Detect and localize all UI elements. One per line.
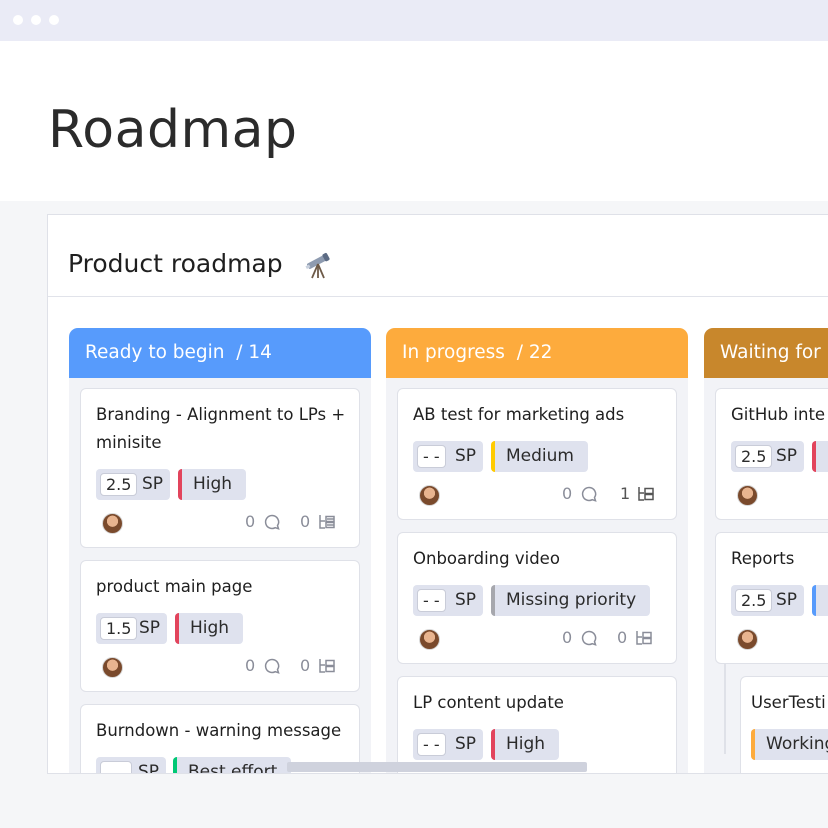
story-points-unit: SP <box>454 734 476 754</box>
board-title: Product roadmap <box>68 249 283 278</box>
subitems-icon[interactable] <box>318 513 336 531</box>
story-points-unit: SP <box>141 474 163 494</box>
card-title: LP content update <box>413 693 564 712</box>
story-points[interactable]: 1.5 SP <box>96 613 167 644</box>
page-title: Roadmap <box>48 100 298 160</box>
story-points[interactable]: 2.5 SP <box>731 441 804 472</box>
window-titlebar <box>0 0 828 41</box>
story-points-value <box>100 761 132 773</box>
status-label[interactable]: Working <box>751 729 828 760</box>
story-points-value: 1.5 <box>100 617 138 640</box>
card-title: Reports <box>731 549 795 568</box>
avatar[interactable] <box>737 629 758 650</box>
priority-label[interactable]: Missing priority <box>491 585 651 616</box>
item-card[interactable]: Branding - Alignment to LPs + minisite 2… <box>80 388 360 548</box>
priority-label[interactable]: High <box>175 613 244 644</box>
subitems-icon[interactable] <box>637 485 655 503</box>
item-card[interactable]: product main page 1.5 SP High 0 0 <box>80 560 360 692</box>
column-title: In progress <box>402 342 505 363</box>
subitem-count: 0 <box>300 512 311 531</box>
column-header[interactable]: Ready to begin / 14 <box>69 328 371 378</box>
column-count: / 22 <box>516 342 553 363</box>
avatar[interactable] <box>102 513 123 534</box>
board-panel: Product roadmap Ready to begin / 14 Bran… <box>47 214 828 774</box>
comment-count: 0 <box>245 656 256 675</box>
item-card[interactable]: AB test for marketing ads - - SP Medium … <box>397 388 677 520</box>
subitem-connector <box>724 664 726 754</box>
priority-label[interactable]: High <box>178 469 247 500</box>
column-title: Ready to begin <box>85 342 225 363</box>
story-points-value: 2.5 <box>735 445 773 468</box>
story-points-value: 2.5 <box>100 473 138 496</box>
story-points-unit: SP <box>137 762 159 774</box>
card-title: GitHub inte <box>731 405 826 424</box>
comment-icon[interactable] <box>263 657 281 675</box>
comment-icon[interactable] <box>580 485 598 503</box>
comment-count: 0 <box>245 512 256 531</box>
card-title: Onboarding video <box>413 549 560 568</box>
window-dot-icon <box>13 15 23 25</box>
subitem-count: 1 <box>620 484 631 503</box>
subitem-card[interactable]: UserTesti Working <box>740 676 828 773</box>
subitem-count: 0 <box>300 656 311 675</box>
story-points-value: - - <box>417 445 446 468</box>
column-count: / 14 <box>236 342 272 363</box>
page-footer <box>0 775 828 828</box>
story-points[interactable]: SP <box>96 757 166 774</box>
item-card[interactable]: Onboarding video - - SP Missing priority… <box>397 532 677 664</box>
column-title: Waiting for <box>720 342 821 363</box>
column-header[interactable]: In progress / 22 <box>386 328 688 378</box>
story-points[interactable]: 2.5 SP <box>731 585 804 616</box>
board-header: Product roadmap <box>48 215 828 297</box>
priority-label[interactable]: Best effort <box>173 757 292 773</box>
card-title: product main page <box>96 577 253 596</box>
comment-count: 0 <box>562 484 573 503</box>
avatar[interactable] <box>419 629 440 650</box>
column-waiting-for: Waiting for GitHub inte 2.5 SP Reports 2… <box>704 328 828 773</box>
column-in-progress: In progress / 22 AB test for marketing a… <box>386 328 688 773</box>
priority-label[interactable]: High <box>491 729 560 760</box>
column-header[interactable]: Waiting for <box>704 328 828 378</box>
story-points-unit: SP <box>454 590 476 610</box>
window-dot-icon <box>49 15 59 25</box>
card-title: UserTesti <box>751 693 826 712</box>
story-points[interactable]: - - SP <box>413 729 483 760</box>
avatar[interactable] <box>102 657 123 678</box>
telescope-icon <box>305 252 330 279</box>
avatar[interactable] <box>419 485 440 506</box>
subitems-icon[interactable] <box>318 657 336 675</box>
story-points-unit: SP <box>775 446 797 466</box>
story-points-unit: SP <box>138 618 160 638</box>
item-card[interactable]: GitHub inte 2.5 SP <box>715 388 828 520</box>
story-points[interactable]: 2.5 SP <box>96 469 170 500</box>
comment-icon[interactable] <box>263 513 281 531</box>
story-points[interactable]: - - SP <box>413 585 483 616</box>
window-dot-icon <box>31 15 41 25</box>
story-points-value: - - <box>417 589 446 612</box>
subitem-count: 0 <box>617 628 628 647</box>
story-points-value: - - <box>417 733 446 756</box>
item-card[interactable]: Reports 2.5 SP <box>715 532 828 664</box>
card-title: Burndown - warning message <box>96 721 342 740</box>
story-points-unit: SP <box>775 590 797 610</box>
subitems-icon[interactable] <box>635 629 653 647</box>
comment-icon[interactable] <box>580 629 598 647</box>
story-points-unit: SP <box>454 446 476 466</box>
priority-label[interactable]: Medium <box>491 441 588 472</box>
priority-label[interactable] <box>812 441 828 472</box>
horizontal-scrollbar[interactable] <box>287 762 587 772</box>
comment-count: 0 <box>562 628 573 647</box>
card-title: AB test for marketing ads <box>413 405 625 424</box>
story-points[interactable]: - - SP <box>413 441 483 472</box>
item-card[interactable]: LP content update - - SP High <box>397 676 677 773</box>
card-title: Branding - Alignment to LPs + minisite <box>96 405 346 452</box>
priority-label[interactable] <box>812 585 828 616</box>
column-ready-to-begin: Ready to begin / 14 Branding - Alignment… <box>69 328 371 774</box>
story-points-value: 2.5 <box>735 589 773 612</box>
avatar[interactable] <box>737 485 758 506</box>
